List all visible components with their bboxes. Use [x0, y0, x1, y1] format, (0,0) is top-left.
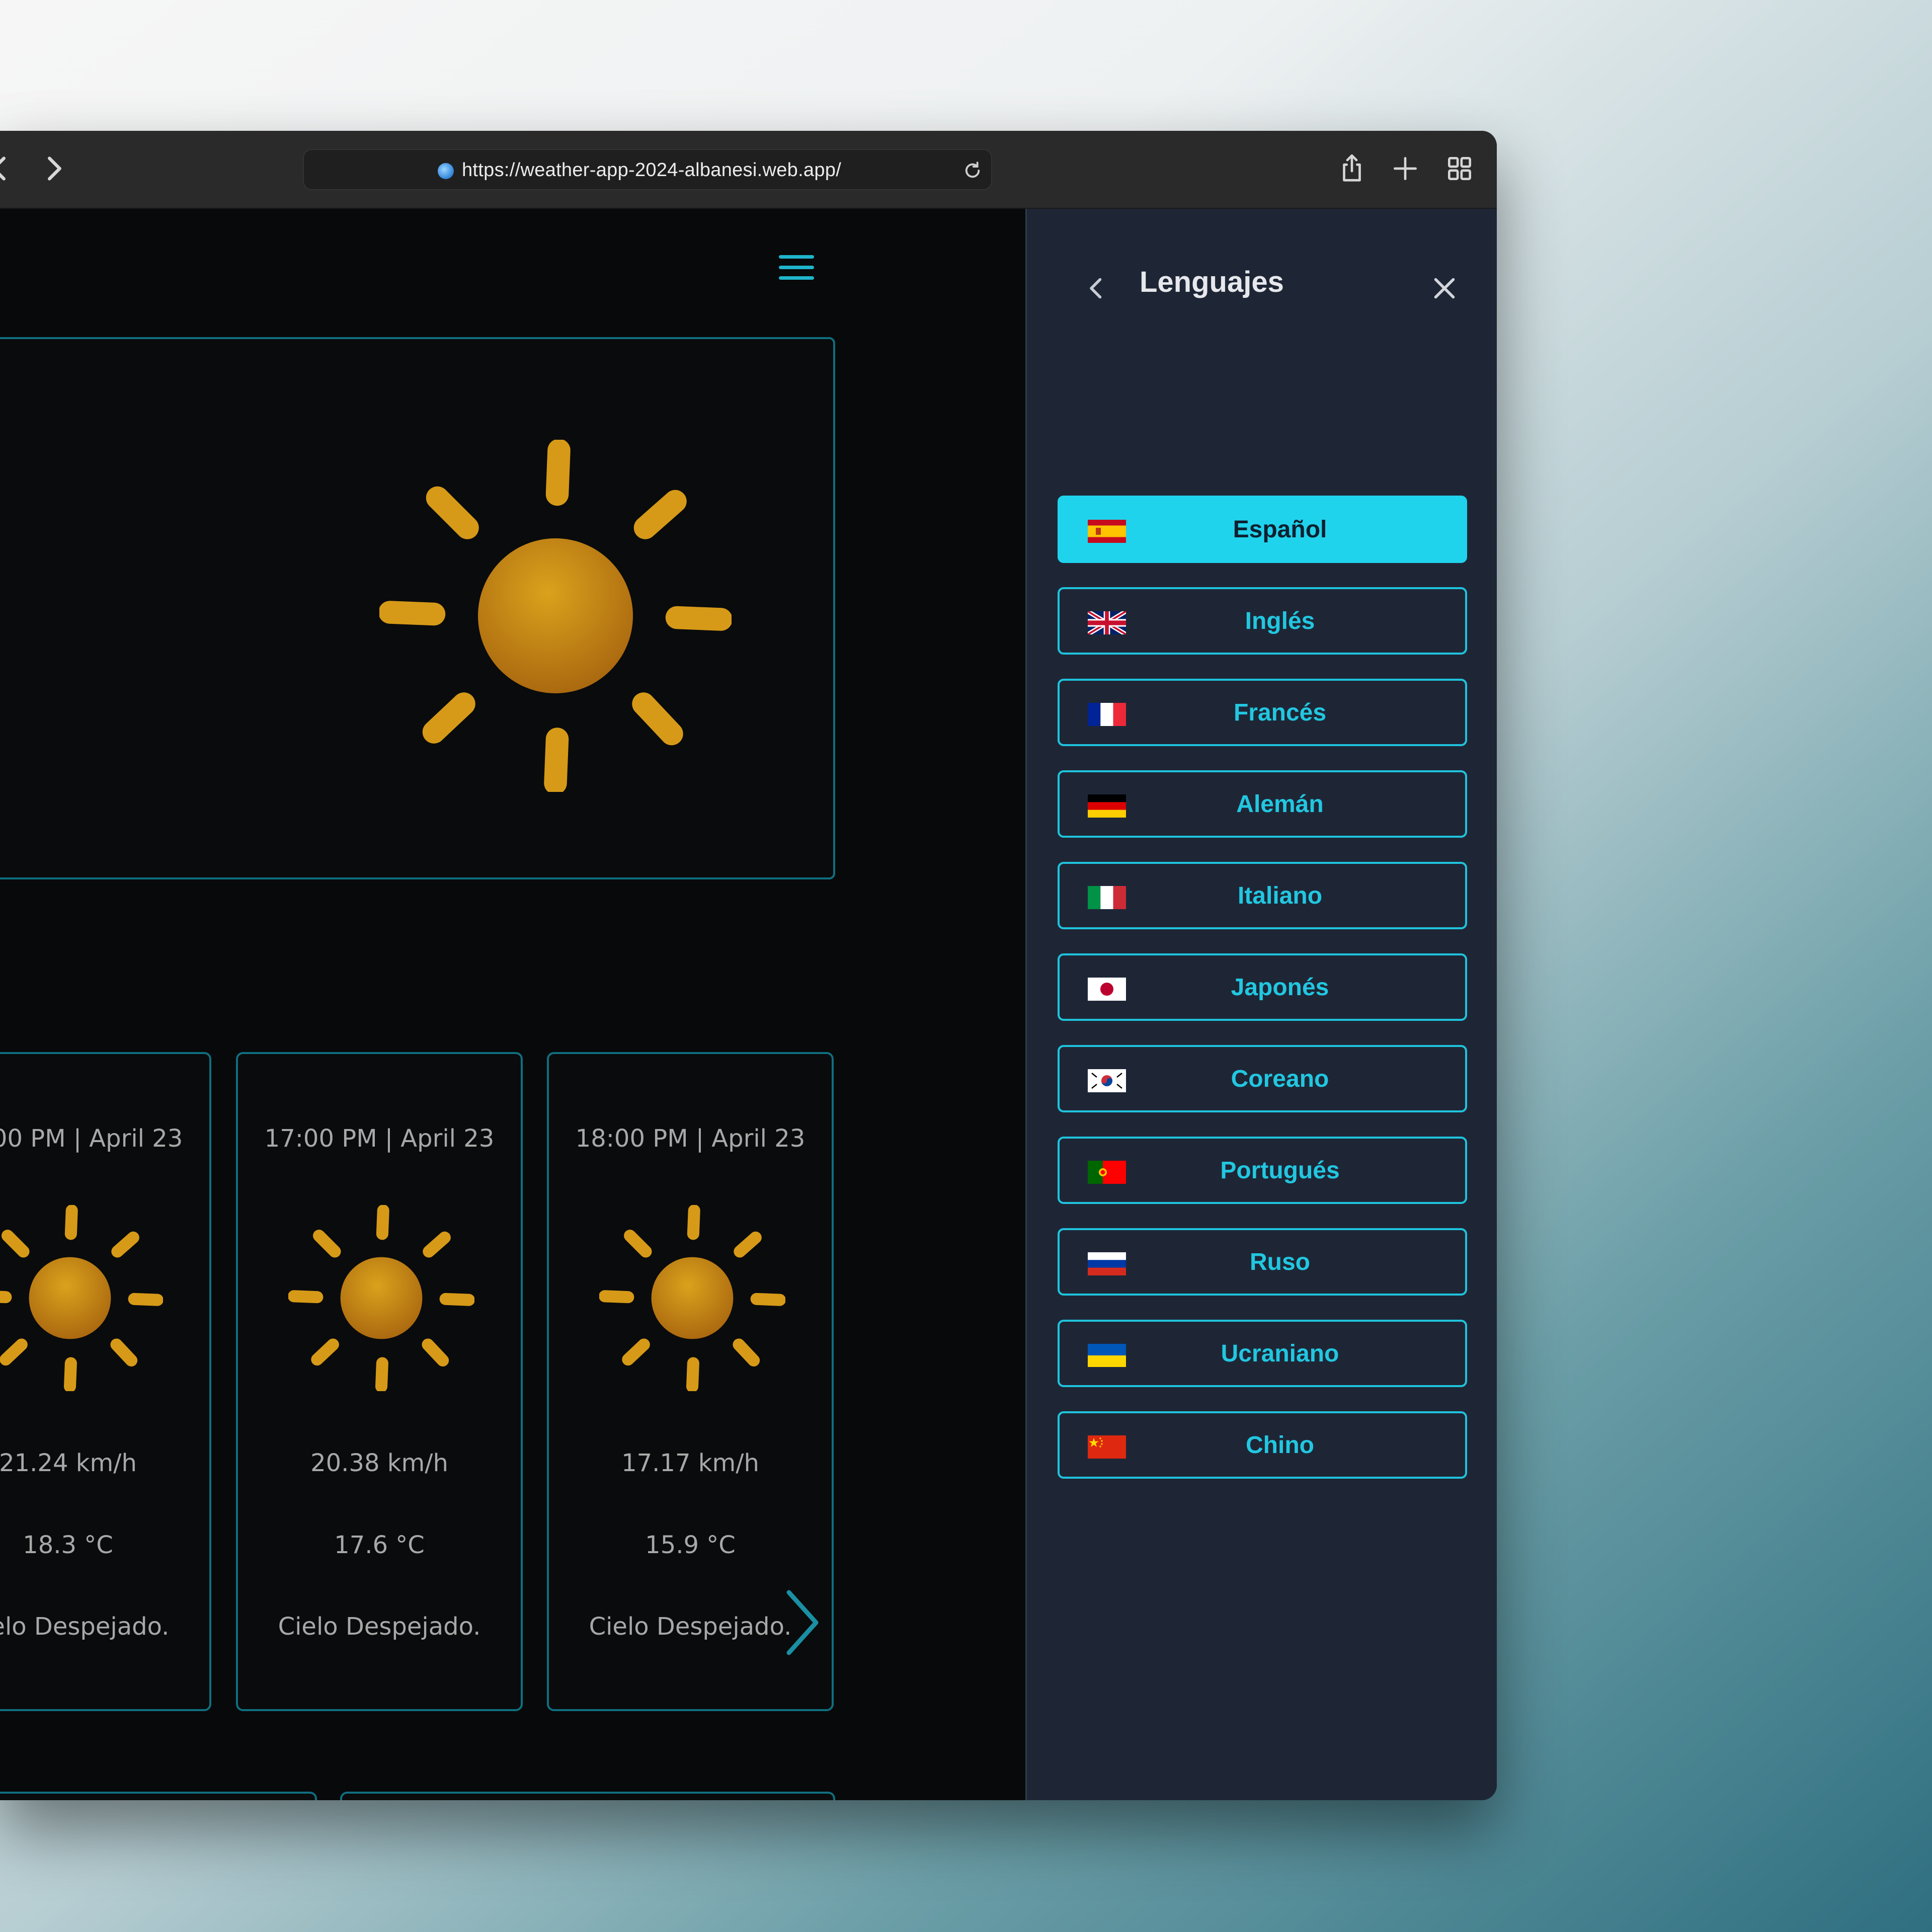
- forecast-time: 16:00 PM | April 23: [0, 1124, 183, 1153]
- details-card: [340, 1792, 835, 1800]
- language-button-ruso[interactable]: Ruso: [1058, 1228, 1467, 1296]
- language-drawer: Lenguajes Español Inglés Francés Alemán …: [1025, 209, 1497, 1800]
- forecast-card: 16:00 PM | April 23 21.24 km/h 18.3 °C C…: [0, 1052, 211, 1711]
- language-button-portugues[interactable]: Portugués: [1058, 1137, 1467, 1204]
- forecast-card: 17:00 PM | April 23 20.38 km/h 17.6 °C C…: [236, 1052, 523, 1711]
- sun-icon: [599, 1205, 785, 1391]
- forecast-time: 18:00 PM | April 23: [575, 1124, 806, 1153]
- browser-window: https://weather-app-2024-albanesi.web.ap…: [0, 131, 1497, 1800]
- url-text: https://weather-app-2024-albanesi.web.ap…: [462, 159, 842, 181]
- forward-arrow-icon[interactable]: [36, 151, 71, 186]
- forecast-time: 17:00 PM | April 23: [264, 1124, 495, 1153]
- language-button-ucraniano[interactable]: Ucraniano: [1058, 1320, 1467, 1387]
- forecast-wind: 20.38 km/h: [310, 1449, 448, 1477]
- sun-icon: [288, 1205, 474, 1391]
- current-weather-card: [0, 337, 835, 879]
- new-tab-plus-icon[interactable]: [1390, 153, 1421, 184]
- address-bar[interactable]: https://weather-app-2024-albanesi.web.ap…: [303, 149, 992, 190]
- back-arrow-icon[interactable]: [0, 151, 17, 186]
- forecast-wind: 21.24 km/h: [0, 1449, 137, 1477]
- forecast-description: Cielo Despejado.: [0, 1613, 170, 1641]
- reload-icon[interactable]: [962, 160, 983, 181]
- browser-toolbar: https://weather-app-2024-albanesi.web.ap…: [0, 131, 1497, 209]
- hamburger-menu-icon[interactable]: [779, 255, 814, 283]
- language-button-ingles[interactable]: Inglés: [1058, 587, 1467, 655]
- language-button-espanol[interactable]: Español: [1058, 496, 1467, 563]
- language-button-chino[interactable]: Chino: [1058, 1411, 1467, 1479]
- forecast-temperature: 15.9 °C: [645, 1531, 736, 1559]
- forecast-temperature: 18.3 °C: [23, 1531, 113, 1559]
- site-favicon-icon: [438, 163, 454, 179]
- forecast-description: Cielo Despejado.: [278, 1613, 481, 1641]
- language-button-frances[interactable]: Francés: [1058, 679, 1467, 746]
- language-button-aleman[interactable]: Alemán: [1058, 770, 1467, 838]
- language-button-coreano[interactable]: Coreano: [1058, 1045, 1467, 1112]
- chevron-left-icon[interactable]: [1081, 273, 1111, 303]
- drawer-title: Lenguajes: [1140, 266, 1284, 298]
- forecast-wind: 17.17 km/h: [621, 1449, 759, 1477]
- share-icon[interactable]: [1336, 153, 1367, 184]
- weather-page: 16:00 PM | April 23 21.24 km/h 18.3 °C C…: [0, 209, 1025, 1800]
- sun-icon: [0, 1205, 163, 1391]
- details-card: [0, 1792, 317, 1800]
- close-icon[interactable]: [1429, 273, 1460, 303]
- sun-icon: [379, 440, 732, 792]
- tab-overview-grid-icon[interactable]: [1444, 153, 1475, 184]
- forecast-temperature: 17.6 °C: [334, 1531, 425, 1559]
- chevron-right-icon[interactable]: [780, 1587, 825, 1658]
- language-button-japones[interactable]: Japonés: [1058, 953, 1467, 1021]
- language-button-italiano[interactable]: Italiano: [1058, 862, 1467, 929]
